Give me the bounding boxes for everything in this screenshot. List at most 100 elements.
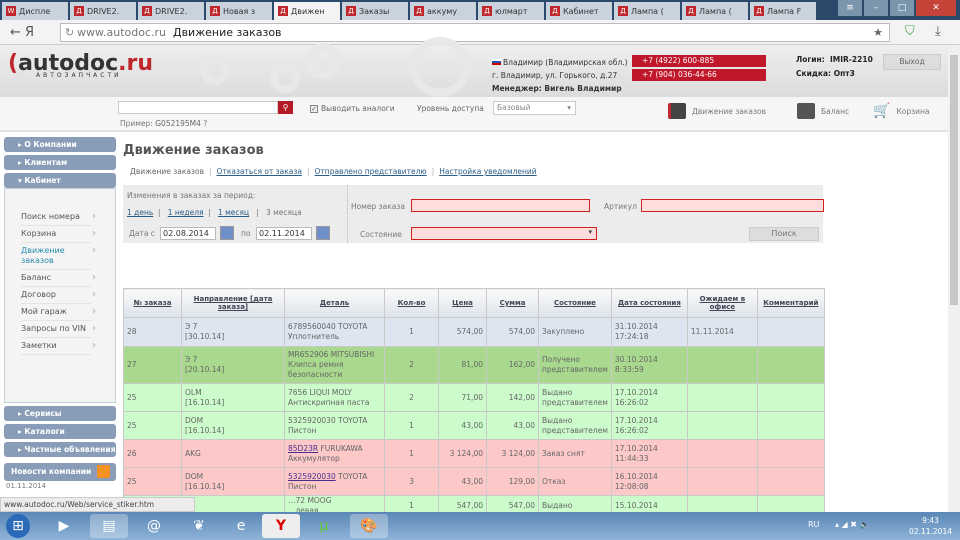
reload-icon[interactable]: ↻: [65, 24, 74, 41]
sidebar-menu-item[interactable]: Договор: [21, 287, 96, 304]
browser-tab[interactable]: Д DRIVE2.: [70, 2, 136, 20]
example-link[interactable]: G052195M4: [155, 119, 201, 128]
browser-tab[interactable]: Д Лампа F: [750, 2, 816, 20]
direction: Э 7: [185, 355, 198, 364]
region[interactable]: Владимир (Владимирская обл.): [503, 58, 628, 67]
sidebar-company[interactable]: ▸ О Компании: [4, 137, 116, 152]
page-scrollbar[interactable]: [948, 45, 960, 512]
yandex-browser-icon[interactable]: Y: [262, 514, 300, 538]
browser-tab[interactable]: Д Новая з: [206, 2, 272, 20]
part-code-link[interactable]: 85D23R: [288, 444, 318, 453]
internet-explorer-icon[interactable]: e: [222, 514, 260, 538]
browser-tab[interactable]: Д Кабинет: [546, 2, 612, 20]
search-icon[interactable]: ⚲: [278, 101, 293, 114]
cart-link[interactable]: 🛒 Корзина: [873, 103, 929, 119]
logout-button[interactable]: Выход: [883, 54, 941, 70]
browser-tab[interactable]: Дюлмарт: [478, 2, 544, 20]
site-logo[interactable]: (autodoc.ru АВТОЗАПЧАСТИ: [8, 51, 153, 79]
subnav-notify-settings[interactable]: Настройка уведомлений: [439, 167, 536, 176]
period-1-day[interactable]: 1 день: [127, 208, 153, 217]
access-level-select[interactable]: Базовый ▾: [493, 101, 576, 115]
rss-icon[interactable]: [97, 465, 110, 478]
column-header[interactable]: Цена: [438, 288, 487, 318]
date-from-input[interactable]: 02.08.2014: [160, 227, 216, 240]
search-button[interactable]: Поиск: [749, 227, 819, 241]
show-analogs-checkbox[interactable]: ✓ Выводить аналоги: [310, 104, 395, 113]
start-button[interactable]: ⊞: [6, 514, 30, 538]
clock[interactable]: 9:43 02.11.2014: [909, 515, 952, 537]
brand: TOYOTA: [338, 322, 368, 331]
period-1-week[interactable]: 1 неделя: [168, 208, 204, 217]
column-header[interactable]: Дата состояния: [610, 288, 688, 318]
sidebar-cabinet[interactable]: ▾ Кабинет: [4, 173, 116, 188]
sidebar-menu-item[interactable]: Запросы по VIN: [21, 321, 96, 338]
order-number: 25: [127, 476, 137, 486]
browser-tab[interactable]: Даккуму: [410, 2, 476, 20]
file-explorer-icon[interactable]: ▤: [90, 514, 128, 538]
sidebar-menu-item[interactable]: Поиск номера: [21, 209, 96, 226]
column-header[interactable]: Деталь: [284, 288, 385, 318]
sidebar-menu-item[interactable]: Мой гараж: [21, 304, 96, 321]
order-number-input[interactable]: [411, 199, 590, 212]
state-select[interactable]: ▾: [411, 227, 597, 240]
language-indicator[interactable]: RU: [808, 520, 819, 529]
sidebar-menu-item[interactable]: Движение заказов: [21, 243, 96, 270]
article-input[interactable]: [641, 199, 824, 212]
close-button[interactable]: ✕: [916, 0, 956, 16]
sidebar-menu-item[interactable]: Корзина: [21, 226, 96, 243]
column-header[interactable]: Кол-во: [384, 288, 439, 318]
browser-tab[interactable]: Д Лампа (: [682, 2, 748, 20]
address-bar[interactable]: ↻ www.autodoc.ru Движение заказов ★: [60, 23, 890, 42]
period-1-month[interactable]: 1 месяц: [218, 208, 249, 217]
browser-tab[interactable]: Д DRIVE2.: [138, 2, 204, 20]
date-to-input[interactable]: 02.11.2014: [256, 227, 312, 240]
browser-tab[interactable]: Д Лампа (: [614, 2, 680, 20]
bird-app-icon[interactable]: ❦: [180, 514, 218, 538]
column-header[interactable]: Комментарий: [756, 288, 825, 318]
state-time: 16:26:02: [614, 397, 649, 407]
sidebar-menu-item[interactable]: Баланс: [21, 270, 96, 287]
browser-tab[interactable]: Д Движен: [274, 2, 340, 20]
help-icon[interactable]: ?: [203, 119, 207, 128]
balance-link[interactable]: Баланс: [797, 103, 849, 119]
sidebar-menu-item[interactable]: Заметки: [21, 338, 96, 355]
utorrent-icon[interactable]: µ: [305, 514, 343, 538]
address-link[interactable]: г. Владимир, ул. Горького, д.27: [492, 71, 617, 80]
column-header[interactable]: № заказа: [123, 288, 182, 318]
maximize-button[interactable]: □: [890, 0, 914, 16]
bookmark-star-icon[interactable]: ★: [873, 24, 883, 41]
column-header[interactable]: Направление [дата заказа]: [181, 288, 285, 318]
subnav-cancel-order[interactable]: Отказаться от заказа: [217, 167, 302, 176]
column-header[interactable]: Сумма: [486, 288, 539, 318]
column-header[interactable]: Состояние: [538, 288, 612, 318]
mail-agent-icon[interactable]: @: [135, 514, 173, 538]
browser-tab[interactable]: W Диспле: [2, 2, 68, 20]
protect-shield-icon[interactable]: ⛉: [905, 24, 915, 39]
search-input[interactable]: [118, 101, 278, 114]
media-player-icon[interactable]: ▶: [45, 514, 83, 538]
sidebar-ads[interactable]: ▸ Частные объявления: [4, 442, 116, 457]
paint-icon[interactable]: 🎨: [350, 514, 388, 538]
sidebar-services[interactable]: ▸ Сервисы: [4, 406, 116, 421]
sidebar-clients[interactable]: ▸ Клиентам: [4, 155, 116, 170]
manager-link[interactable]: Вигель Владимир: [544, 84, 621, 93]
minimize-button[interactable]: –: [864, 0, 888, 16]
quantity: 2: [409, 360, 414, 369]
subnav-sent-to-rep[interactable]: Отправлено представителю: [315, 167, 427, 176]
orders-link[interactable]: Движение заказов: [668, 103, 766, 119]
sidebar-catalogs[interactable]: ▸ Каталоги: [4, 424, 116, 439]
column-header[interactable]: Ожидаем в офисе: [686, 288, 758, 318]
menu-button[interactable]: ≡: [838, 0, 862, 16]
tray-icons[interactable]: ▴ ◢ ✖ 🔈: [835, 520, 869, 529]
calendar-icon[interactable]: [220, 226, 234, 240]
company-news-header[interactable]: Новости компании: [4, 463, 116, 481]
price: 43,00: [461, 420, 483, 430]
period-3-months[interactable]: 3 месяца: [266, 208, 302, 217]
status-bar-url: www.autodoc.ru/Web/service_stiker.htm: [0, 497, 195, 512]
download-icon[interactable]: ⤓: [935, 24, 941, 39]
calendar-icon[interactable]: [316, 226, 330, 240]
browser-tab[interactable]: Д Заказы: [342, 2, 408, 20]
part-code-link[interactable]: 5325920030: [288, 472, 336, 481]
back-icon[interactable]: ← Я: [10, 25, 34, 40]
favicon-icon: Д: [618, 6, 628, 16]
